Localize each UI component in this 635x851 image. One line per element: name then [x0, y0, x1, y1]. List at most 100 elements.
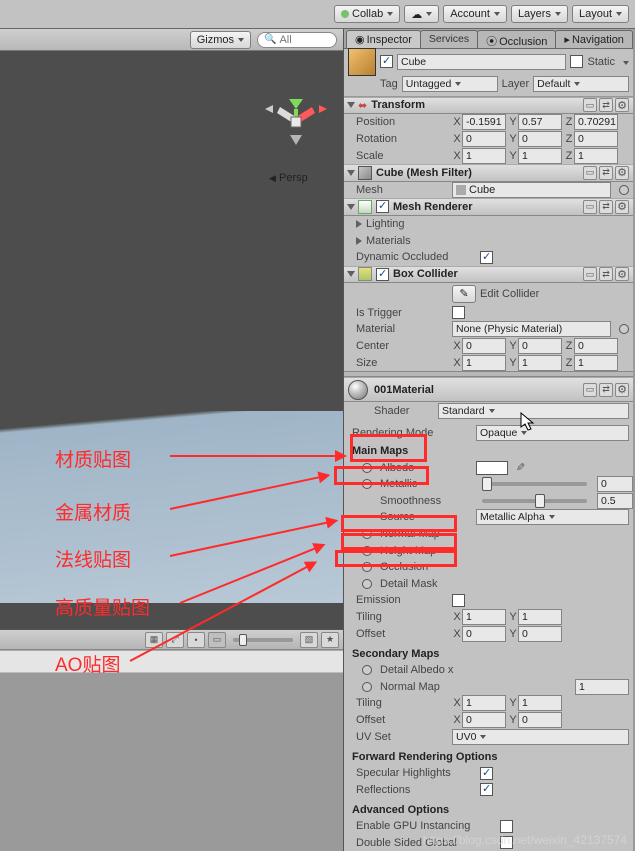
istrigger-checkbox[interactable]	[452, 306, 465, 319]
gear-icon[interactable]	[615, 200, 629, 214]
tab-navigation[interactable]: ▸Navigation	[555, 30, 633, 48]
offset2-x[interactable]: 0	[462, 712, 506, 728]
refl-checkbox[interactable]	[480, 783, 493, 796]
dynocc-checkbox[interactable]	[480, 251, 493, 264]
uvset-dropdown[interactable]: UV0	[452, 729, 629, 745]
albedo-color[interactable]	[476, 461, 508, 475]
static-checkbox[interactable]	[570, 55, 583, 68]
tiling2-y[interactable]: 1	[518, 695, 562, 711]
center-y[interactable]: 0	[518, 338, 562, 354]
mesh-field[interactable]: Cube	[452, 182, 611, 198]
dsg-checkbox[interactable]	[500, 836, 513, 849]
object-picker-icon[interactable]	[619, 185, 629, 195]
foldout-icon[interactable]	[347, 271, 355, 277]
tag-dropdown[interactable]: Untagged	[402, 76, 498, 92]
detailmask-tex-slot[interactable]	[362, 579, 372, 589]
shader-dropdown[interactable]: Standard	[438, 403, 629, 419]
tool-icon[interactable]: ⤢	[166, 632, 184, 648]
renderer-enabled-checkbox[interactable]	[376, 200, 389, 213]
phys-mat-field[interactable]: None (Physic Material)	[452, 321, 611, 337]
rot-x[interactable]: 0	[462, 131, 506, 147]
offset2-y[interactable]: 0	[518, 712, 562, 728]
smoothness-slider[interactable]	[482, 499, 587, 503]
lighting-foldout[interactable]: Lighting	[366, 218, 405, 230]
size-x[interactable]: 1	[462, 355, 506, 371]
static-dropdown[interactable]	[619, 56, 629, 68]
albedo-tex-slot[interactable]	[362, 463, 372, 473]
gear-icon[interactable]	[615, 98, 629, 112]
normal2-value[interactable]: 1	[575, 679, 629, 695]
center-z[interactable]: 0	[574, 338, 618, 354]
docs-icon[interactable]: ▭	[583, 267, 597, 281]
tool-icon[interactable]: ▧	[300, 632, 318, 648]
spechi-checkbox[interactable]	[480, 767, 493, 780]
gpu-inst-checkbox[interactable]	[500, 820, 513, 833]
gear-icon[interactable]	[615, 267, 629, 281]
size-z[interactable]: 1	[574, 355, 618, 371]
collab-menu[interactable]: Collab	[334, 5, 400, 23]
preset-icon[interactable]: ⇄	[599, 166, 613, 180]
boxcollider-header[interactable]: Box Collider ▭⇄	[344, 266, 633, 284]
gizmos-menu[interactable]: Gizmos	[190, 31, 251, 49]
tool-icon[interactable]: •	[187, 632, 205, 648]
gear-icon[interactable]	[615, 383, 629, 397]
layout-menu[interactable]: Layout	[572, 5, 629, 23]
pos-y[interactable]: 0.57	[518, 114, 562, 130]
scl-z[interactable]: 1	[574, 148, 618, 164]
tool-icon[interactable]: ▭	[208, 632, 226, 648]
scl-y[interactable]: 1	[518, 148, 562, 164]
preset-icon[interactable]: ⇄	[599, 267, 613, 281]
materials-foldout[interactable]: Materials	[366, 235, 411, 247]
docs-icon[interactable]: ▭	[583, 383, 597, 397]
meshfilter-header[interactable]: Cube (Mesh Filter) ▭⇄	[344, 164, 633, 182]
scl-x[interactable]: 1	[462, 148, 506, 164]
offset-x[interactable]: 0	[462, 626, 506, 642]
account-menu[interactable]: Account	[443, 5, 507, 23]
active-checkbox[interactable]	[380, 55, 393, 68]
tool-icon[interactable]: ★	[321, 632, 339, 648]
orientation-gizmo[interactable]: ◀ Persp	[261, 77, 331, 167]
transform-header[interactable]: ⬌ Transform ▭⇄	[344, 97, 633, 115]
layers-menu[interactable]: Layers	[511, 5, 568, 23]
cloud-menu[interactable]: ☁	[404, 5, 439, 23]
tab-inspector[interactable]: ◉Inspector	[346, 30, 421, 48]
docs-icon[interactable]: ▭	[583, 98, 597, 112]
rot-y[interactable]: 0	[518, 131, 562, 147]
material-header[interactable]: 001Material ▭⇄	[344, 377, 633, 402]
panel-menu-icon[interactable]: ▾≡	[632, 31, 633, 48]
gameobject-icon[interactable]	[348, 48, 376, 76]
foldout-icon[interactable]	[347, 170, 355, 176]
persp-label[interactable]: Persp	[279, 172, 308, 184]
tab-services[interactable]: Services	[420, 30, 478, 48]
metallic-slider[interactable]	[482, 482, 587, 486]
rot-z[interactable]: 0	[574, 131, 618, 147]
tab-occlusion[interactable]: ⦿Occlusion	[477, 30, 556, 48]
tool-icon[interactable]: ▦	[145, 632, 163, 648]
tiling-y[interactable]: 1	[518, 609, 562, 625]
layer-dropdown[interactable]: Default	[533, 76, 629, 92]
size-y[interactable]: 1	[518, 355, 562, 371]
eyedropper-icon[interactable]	[516, 461, 525, 474]
search-input[interactable]: All	[279, 34, 291, 46]
source-dropdown[interactable]: Metallic Alpha	[476, 509, 629, 525]
pos-x[interactable]: -0.1591	[462, 114, 506, 130]
tiling-x[interactable]: 1	[462, 609, 506, 625]
meshrenderer-header[interactable]: Mesh Renderer ▭⇄	[344, 198, 633, 216]
object-name-field[interactable]: Cube	[397, 54, 566, 70]
emission-checkbox[interactable]	[452, 594, 465, 607]
offset-y[interactable]: 0	[518, 626, 562, 642]
pos-z[interactable]: 0.70291	[574, 114, 618, 130]
docs-icon[interactable]: ▭	[583, 200, 597, 214]
rendermode-dropdown[interactable]: Opaque	[476, 425, 629, 441]
smoothness-value[interactable]: 0.5	[597, 493, 633, 509]
scene-view[interactable]: Gizmos 🔍All ◀ Persp	[0, 29, 343, 629]
edit-collider-button[interactable]: ✎	[452, 285, 476, 303]
metallic-tex-slot[interactable]	[362, 479, 372, 489]
height-tex-slot[interactable]	[362, 546, 372, 556]
docs-icon[interactable]: ▭	[583, 166, 597, 180]
tiling2-x[interactable]: 1	[462, 695, 506, 711]
gear-icon[interactable]	[615, 166, 629, 180]
collider-enabled-checkbox[interactable]	[376, 268, 389, 281]
object-picker-icon[interactable]	[619, 324, 629, 334]
normal2-slot[interactable]	[362, 682, 372, 692]
